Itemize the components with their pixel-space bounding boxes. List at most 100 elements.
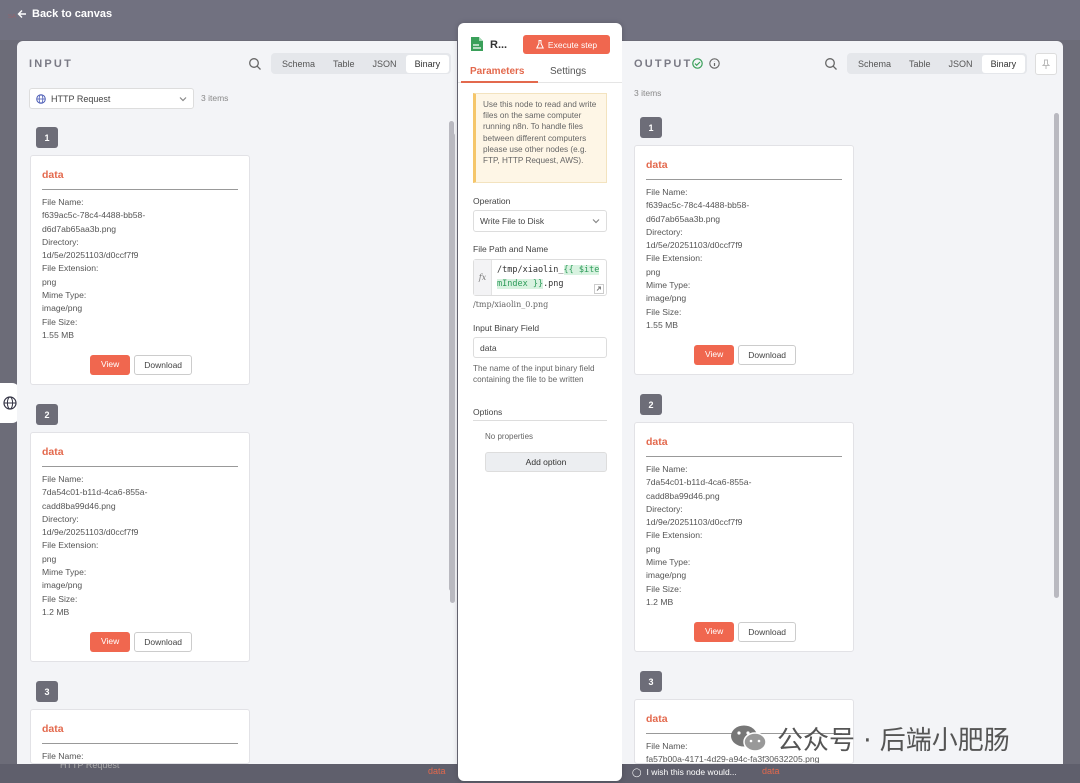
file-name-value: 7da54c01-b11d-4ca6-855a- bbox=[646, 477, 752, 488]
size-value: 1.55 MB bbox=[42, 329, 75, 340]
file-name-label: File Name: bbox=[42, 474, 84, 484]
binary-field-input[interactable]: data bbox=[473, 337, 607, 358]
file-name-value: d6d7ab65aa3b.png bbox=[42, 223, 117, 234]
extension-label: File Extension: bbox=[42, 540, 99, 551]
search-icon[interactable] bbox=[248, 57, 262, 71]
back-label: Back to canvas bbox=[32, 8, 113, 20]
size-value: 1.2 MB bbox=[646, 596, 674, 607]
mime-label: Mime Type: bbox=[646, 280, 691, 291]
binary-meta: File Name: f639ac5c-78c4-4488-bb58- d6d7… bbox=[42, 196, 145, 342]
execute-step-button[interactable]: Execute step bbox=[523, 35, 610, 54]
tab-table[interactable]: Table bbox=[324, 55, 364, 73]
size-label: File Size: bbox=[42, 593, 78, 604]
file-name-label: File Name: bbox=[42, 197, 84, 207]
success-check-icon bbox=[692, 58, 703, 69]
tab-json[interactable]: JSON bbox=[364, 55, 406, 73]
binary-title: data bbox=[646, 713, 668, 725]
node-title[interactable]: R... bbox=[490, 39, 507, 51]
file-name-label: File Name: bbox=[646, 187, 688, 197]
view-button[interactable]: View bbox=[693, 622, 735, 642]
directory-label: Directory: bbox=[646, 226, 683, 237]
size-label: File Size: bbox=[646, 306, 682, 317]
extension-label: File Extension: bbox=[646, 530, 703, 541]
center-scrollbar[interactable] bbox=[450, 133, 455, 603]
card-actions: View Download bbox=[635, 345, 853, 365]
binary-title: data bbox=[42, 169, 64, 181]
file-name-value: 7da54c01-b11d-4ca6-855a- bbox=[42, 487, 148, 498]
view-button[interactable]: View bbox=[89, 355, 131, 375]
tab-binary[interactable]: Binary bbox=[405, 54, 450, 73]
feedback-text: I wish this node would... bbox=[646, 767, 737, 777]
tab-parameters[interactable]: Parameters bbox=[470, 66, 524, 77]
input-node-select[interactable]: HTTP Request bbox=[29, 88, 194, 109]
info-icon[interactable] bbox=[709, 58, 720, 69]
size-value: 1.2 MB bbox=[42, 606, 70, 617]
card-actions: View Download bbox=[635, 622, 853, 642]
mime-value: image/png bbox=[646, 293, 687, 304]
download-button[interactable]: Download bbox=[738, 345, 797, 365]
expr-highlight: mIndex }} bbox=[497, 279, 544, 289]
directory-value: 1d/5e/20251103/d0ccf7f9 bbox=[646, 240, 743, 251]
view-button[interactable]: View bbox=[89, 632, 131, 652]
binary-card: data File Name: 7da54c01-b11d-4ca6-855a-… bbox=[30, 432, 250, 662]
output-panel: OUTPUT Schema Table JSON Binary 3 items … bbox=[622, 41, 1063, 764]
extension-label: File Extension: bbox=[646, 253, 703, 264]
fx-badge: fx bbox=[474, 260, 492, 295]
tab-table[interactable]: Table bbox=[900, 55, 940, 73]
tab-binary[interactable]: Binary bbox=[981, 54, 1026, 73]
binary-field-value: data bbox=[480, 342, 497, 353]
expr-text: .png bbox=[543, 279, 564, 289]
card-actions: View Download bbox=[31, 632, 249, 652]
binary-card: data File Name: f639ac5c-78c4-4488-bb58-… bbox=[634, 145, 854, 375]
path-expression: /tmp/xiaolin_{{ $ite mIndex }}.png bbox=[497, 263, 600, 291]
output-scrollbar[interactable] bbox=[1054, 113, 1059, 598]
no-properties-text: No properties bbox=[485, 432, 534, 441]
add-option-button[interactable]: Add option bbox=[485, 452, 607, 472]
view-button[interactable]: View bbox=[693, 345, 735, 365]
tab-settings[interactable]: Settings bbox=[550, 66, 586, 77]
file-name-label: File Name: bbox=[42, 751, 84, 761]
file-path-input[interactable]: fx /tmp/xiaolin_{{ $ite mIndex }}.png bbox=[473, 259, 607, 296]
download-button[interactable]: Download bbox=[134, 355, 193, 375]
feedback-prompt[interactable]: ◯ I wish this node would... bbox=[632, 767, 737, 778]
size-label: File Size: bbox=[42, 316, 78, 327]
divider bbox=[646, 179, 842, 180]
divider bbox=[42, 743, 238, 744]
file-path-label: File Path and Name bbox=[473, 244, 549, 254]
extension-value: png bbox=[646, 543, 661, 554]
download-button[interactable]: Download bbox=[134, 632, 193, 652]
operation-select[interactable]: Write File to Disk bbox=[473, 210, 607, 232]
tab-schema[interactable]: Schema bbox=[273, 55, 324, 73]
pin-data-button[interactable] bbox=[1035, 53, 1057, 75]
active-tab-underline bbox=[461, 81, 538, 83]
item-index-badge: 1 bbox=[640, 117, 662, 138]
expr-text: /tmp/xiaolin_ bbox=[497, 265, 564, 275]
mime-label: Mime Type: bbox=[646, 557, 691, 568]
input-panel: INPUT Schema Table JSON Binary HTTP Requ… bbox=[17, 41, 457, 764]
download-button[interactable]: Download bbox=[738, 622, 797, 642]
item-index-badge: 1 bbox=[36, 127, 58, 148]
item-index-badge: 3 bbox=[640, 671, 662, 692]
expand-editor-icon[interactable] bbox=[594, 284, 604, 294]
input-label: INPUT bbox=[29, 58, 73, 70]
binary-meta: File Name: 7da54c01-b11d-4ca6-855a- cadd… bbox=[646, 463, 751, 609]
lightbulb-icon: ◯ bbox=[632, 767, 642, 777]
chevron-down-icon bbox=[592, 219, 600, 224]
binary-card: data File Name: 7da54c01-b11d-4ca6-855a-… bbox=[634, 422, 854, 652]
back-to-canvas-button[interactable]: Back to canvas bbox=[17, 8, 112, 20]
divider bbox=[42, 189, 238, 190]
file-name-value: f639ac5c-78c4-4488-bb58- bbox=[646, 200, 750, 211]
tab-schema[interactable]: Schema bbox=[849, 55, 900, 73]
globe-icon bbox=[36, 93, 46, 104]
tab-json[interactable]: JSON bbox=[940, 55, 982, 73]
search-icon[interactable] bbox=[824, 57, 838, 71]
execute-label: Execute step bbox=[547, 39, 598, 50]
input-view-tabs: Schema Table JSON Binary bbox=[271, 53, 452, 74]
file-name-value: cadd8ba99d46.png bbox=[646, 490, 720, 501]
watermark-text: 公众号 · 后端小肥肠 bbox=[777, 726, 1010, 756]
binary-title: data bbox=[42, 723, 64, 735]
size-label: File Size: bbox=[646, 583, 682, 594]
extension-value: png bbox=[42, 553, 57, 564]
mime-label: Mime Type: bbox=[42, 567, 87, 578]
info-notice: Use this node to read and write files on… bbox=[473, 93, 607, 183]
